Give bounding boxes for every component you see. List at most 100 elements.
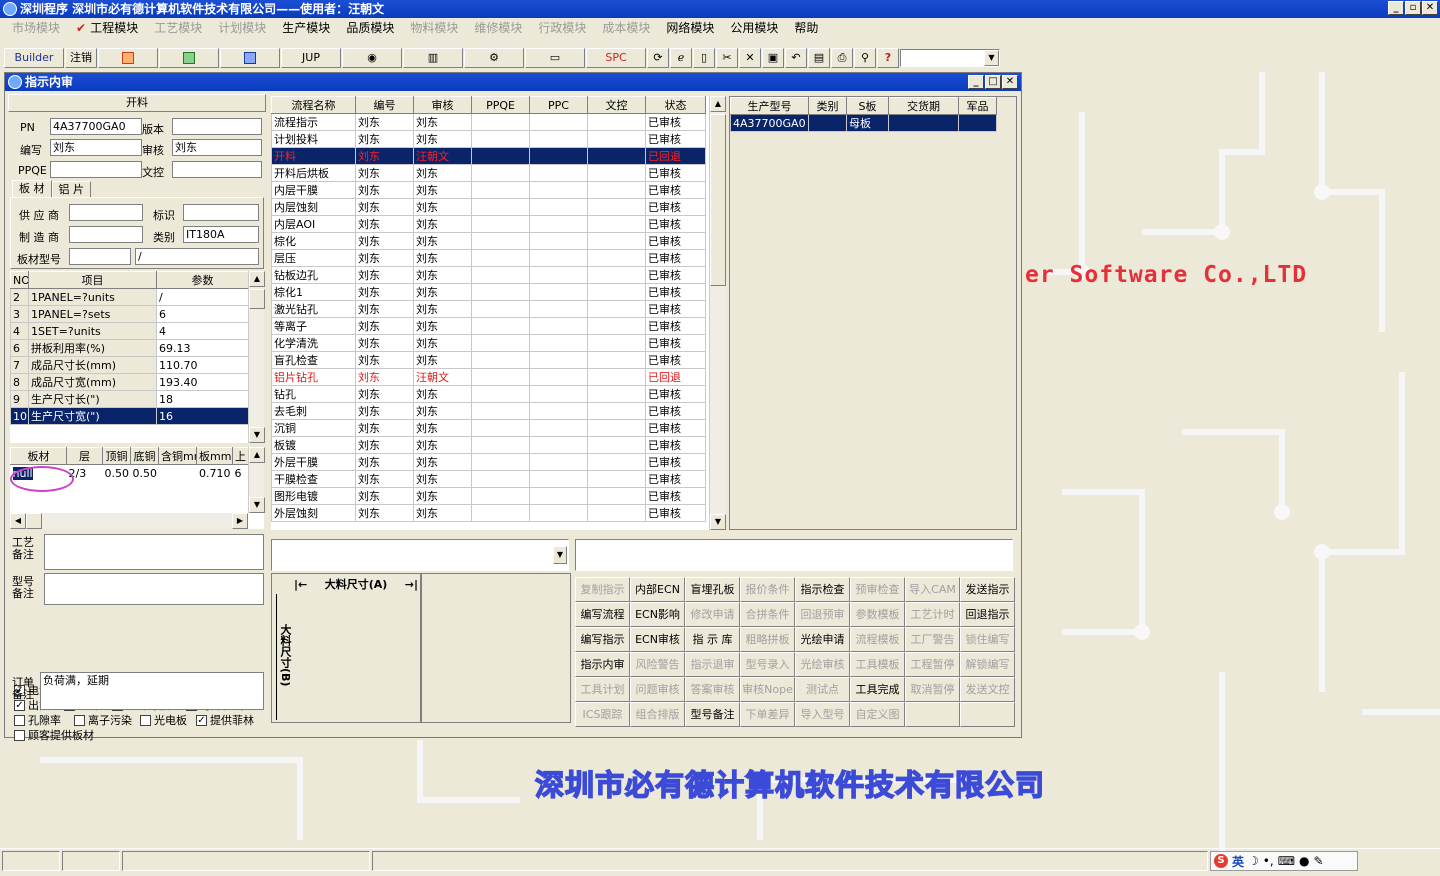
- flow-cell-review[interactable]: 刘东: [413, 198, 472, 216]
- flow-cell-empty[interactable]: [529, 283, 588, 301]
- flow-cell-status[interactable]: 已审核: [645, 249, 706, 267]
- action-button[interactable]: 工厂警告: [905, 627, 960, 652]
- flow-cell-name[interactable]: 干膜检查: [271, 470, 356, 488]
- note-input[interactable]: [575, 539, 1013, 571]
- flow-cell-empty[interactable]: [587, 504, 646, 522]
- flow-cell-status[interactable]: 已审核: [645, 198, 706, 216]
- flow-cell-empty[interactable]: [587, 215, 646, 233]
- layer-col-header[interactable]: 上: [232, 447, 249, 465]
- action-button[interactable]: ECN审核: [630, 627, 685, 652]
- param-col-item[interactable]: 项目: [28, 271, 157, 289]
- author-field[interactable]: 刘东: [50, 139, 142, 156]
- flow-cell-review[interactable]: 刘东: [413, 232, 472, 250]
- flow-cell-review[interactable]: 汪朝文: [413, 147, 472, 165]
- flow-cell-status[interactable]: 已审核: [645, 181, 706, 199]
- flow-cell-empty[interactable]: [471, 181, 530, 199]
- new-file-icon[interactable]: ▯: [693, 48, 715, 68]
- restore-button[interactable]: ▫: [1405, 1, 1421, 15]
- flow-row[interactable]: 盲孔检查 刘东 刘东 已审核: [271, 351, 706, 369]
- ime-toolbar[interactable]: S 英 ☽ •, ⌨ ● ✎: [1210, 851, 1358, 871]
- flow-row[interactable]: 外层干膜 刘东 刘东 已审核: [271, 453, 706, 471]
- unchecked-box-icon[interactable]: [14, 714, 25, 726]
- action-button[interactable]: [905, 702, 960, 727]
- flow-col-header[interactable]: 状态: [645, 96, 706, 114]
- moon-icon[interactable]: ☽: [1248, 854, 1259, 868]
- flow-row[interactable]: 图形电镀 刘东 刘东 已审核: [271, 487, 706, 505]
- layer-scrollbar[interactable]: ▲ ▼: [248, 447, 265, 513]
- flow-cell-empty[interactable]: [529, 198, 588, 216]
- flow-cell-review[interactable]: 刘东: [413, 215, 472, 233]
- flow-combo-chevron-icon[interactable]: ▼: [553, 546, 567, 564]
- action-button[interactable]: 自定义图: [850, 702, 905, 727]
- layer-col-header[interactable]: 层: [66, 447, 103, 465]
- flow-cell-name[interactable]: 图形电镀: [271, 487, 356, 505]
- unchecked-box-icon[interactable]: [74, 714, 85, 726]
- flow-row[interactable]: 开料 刘东 汪朝文 已回退: [271, 147, 706, 165]
- ime-language[interactable]: 英: [1232, 853, 1244, 870]
- action-button[interactable]: 指 示 库: [685, 627, 740, 652]
- scroll-thumb[interactable]: [249, 289, 265, 309]
- layer-hscrollbar[interactable]: ◀ ▶: [10, 513, 248, 529]
- model-cell-model[interactable]: 4A37700GA0: [730, 114, 809, 132]
- ie-icon[interactable]: ℯ: [670, 48, 692, 68]
- flow-cell-name[interactable]: 铝片钻孔: [271, 368, 356, 386]
- flow-cell-empty[interactable]: [471, 198, 530, 216]
- layer-cell-up[interactable]: 6: [233, 465, 249, 482]
- flow-cell-name[interactable]: 去毛刺: [271, 402, 356, 420]
- eye-icon[interactable]: ◉: [342, 48, 402, 68]
- flow-cell-review[interactable]: 刘东: [413, 351, 472, 369]
- param-cell-item[interactable]: 生产尺寸长("): [28, 390, 157, 408]
- flow-cell-empty[interactable]: [587, 334, 646, 352]
- flow-cell-empty[interactable]: [587, 113, 646, 131]
- param-cell-value[interactable]: 18: [156, 390, 249, 408]
- param-row[interactable]: 7 成品尺寸长(mm) 110.70: [10, 356, 249, 374]
- layer-scroll-down-icon[interactable]: ▼: [249, 497, 265, 513]
- flow-cell-empty[interactable]: [529, 266, 588, 284]
- flow-cell-code[interactable]: 刘东: [355, 181, 414, 199]
- flow-cell-status[interactable]: 已审核: [645, 232, 706, 250]
- keyboard-icon[interactable]: ⌨: [1278, 854, 1295, 868]
- flow-cell-review[interactable]: 刘东: [413, 317, 472, 335]
- action-button[interactable]: 回退预审: [795, 602, 850, 627]
- flow-row[interactable]: 去毛刺 刘东 刘东 已审核: [271, 402, 706, 420]
- menu-item-1[interactable]: ✔ 工程模块: [68, 19, 146, 36]
- flow-cell-empty[interactable]: [587, 317, 646, 335]
- network-icon[interactable]: ⚙: [464, 48, 524, 68]
- flow-cell-review[interactable]: 刘东: [413, 402, 472, 420]
- action-button[interactable]: 修改申请: [685, 602, 740, 627]
- layer-col-header[interactable]: 底铜: [130, 447, 159, 465]
- board-no-field-2[interactable]: /: [135, 248, 259, 265]
- model-col-header[interactable]: S板: [846, 97, 889, 115]
- flow-cell-code[interactable]: 刘东: [355, 198, 414, 216]
- flow-cell-review[interactable]: 刘东: [413, 300, 472, 318]
- flow-row[interactable]: 钻板边孔 刘东 刘东 已审核: [271, 266, 706, 284]
- flow-cell-empty[interactable]: [529, 453, 588, 471]
- flow-cell-name[interactable]: 沉铜: [271, 419, 356, 437]
- flow-cell-status[interactable]: 已审核: [645, 113, 706, 131]
- action-button[interactable]: 发送指示: [960, 577, 1015, 602]
- flow-cell-empty[interactable]: [529, 130, 588, 148]
- flow-cell-empty[interactable]: [529, 334, 588, 352]
- checkbox-option[interactable]: ✓ 提供菲林: [196, 712, 254, 728]
- flow-cell-empty[interactable]: [471, 487, 530, 505]
- menu-item-4[interactable]: 生产模块: [274, 19, 338, 36]
- param-cell-item[interactable]: 生产尺寸宽("): [28, 407, 157, 425]
- param-scrollbar[interactable]: ▲ ▼: [248, 271, 265, 443]
- flow-cell-empty[interactable]: [529, 368, 588, 386]
- flow-cell-status[interactable]: 已审核: [645, 164, 706, 182]
- flow-cell-review[interactable]: 刘东: [413, 504, 472, 522]
- model-note-field[interactable]: [44, 573, 264, 605]
- flow-cell-name[interactable]: 内层干膜: [271, 181, 356, 199]
- flow-cell-name[interactable]: 层压: [271, 249, 356, 267]
- flow-cell-status[interactable]: 已审核: [645, 419, 706, 437]
- model-row[interactable]: 4A37700GA0 母板: [730, 114, 997, 132]
- checked-box-icon[interactable]: ✓: [14, 699, 25, 711]
- menu-item-10[interactable]: 网络模块: [658, 19, 722, 36]
- action-button[interactable]: 取消暂停: [905, 677, 960, 702]
- param-cell-item[interactable]: 拼板利用率(%): [28, 339, 157, 357]
- flow-row[interactable]: 钻孔 刘东 刘东 已审核: [271, 385, 706, 403]
- action-button[interactable]: 编写流程: [575, 602, 630, 627]
- order-note-field[interactable]: 负荷满，延期: [40, 672, 264, 710]
- word-icon[interactable]: [220, 48, 280, 68]
- flow-cell-status[interactable]: 已审核: [645, 130, 706, 148]
